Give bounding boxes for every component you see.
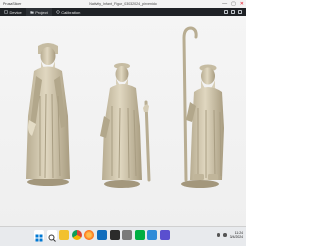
system-tray: 11:24 3/4/2024 xyxy=(216,231,243,239)
maximize-button[interactable]: ▢ xyxy=(231,1,236,7)
model-scene xyxy=(26,26,224,188)
calibration-icon xyxy=(56,10,60,14)
windows-start-icon[interactable] xyxy=(34,230,44,242)
clock-date: 3/4/2024 xyxy=(229,235,243,240)
tab-project-label: Project xyxy=(35,9,48,15)
document-title: Nativity_Infant_Figur_03032024_pirvenido xyxy=(89,2,157,6)
figure-shepherd-with-stick[interactable] xyxy=(100,63,151,188)
firefox-icon[interactable] xyxy=(84,230,95,240)
device-icon xyxy=(4,10,8,14)
figure-elder-with-book[interactable] xyxy=(26,43,70,186)
figure-base xyxy=(27,178,69,186)
save-icon[interactable] xyxy=(224,10,228,14)
clock[interactable]: 11:24 3/4/2024 xyxy=(230,231,243,239)
minimize-button[interactable]: — xyxy=(222,1,227,7)
toolbar-right-icons xyxy=(224,8,242,16)
photos-icon[interactable] xyxy=(147,230,158,240)
project-icon xyxy=(30,11,34,14)
tab-calibration[interactable]: Calibration xyxy=(52,8,85,16)
3d-viewport[interactable] xyxy=(0,16,246,226)
wifi-icon[interactable] xyxy=(216,233,221,237)
window-controls: — ▢ ✕ xyxy=(222,0,244,8)
slicer-icon[interactable] xyxy=(134,230,145,240)
close-button[interactable]: ✕ xyxy=(240,1,244,7)
figure-shepherd-with-crook[interactable] xyxy=(181,26,224,188)
figure-base xyxy=(104,180,140,188)
terminal-icon[interactable] xyxy=(109,230,120,240)
tab-calibration-label: Calibration xyxy=(61,9,81,15)
volume-icon[interactable] xyxy=(223,233,227,237)
redo-icon[interactable] xyxy=(238,10,242,14)
file-explorer-icon[interactable] xyxy=(59,230,70,240)
tab-project[interactable]: Project xyxy=(25,8,52,16)
taskbar-apps xyxy=(34,230,170,242)
store-icon[interactable] xyxy=(159,230,170,240)
undo-icon[interactable] xyxy=(231,10,235,14)
tab-device[interactable]: Device xyxy=(0,8,26,16)
window-titlebar: PrusaSlicer Nativity_Infant_Figur_030320… xyxy=(0,0,246,8)
app-toolbar: Device Project Calibration xyxy=(0,8,246,16)
chrome-icon[interactable] xyxy=(71,230,82,240)
mail-icon[interactable] xyxy=(96,230,107,240)
taskbar: 11:24 3/4/2024 xyxy=(0,226,246,246)
search-icon[interactable] xyxy=(46,230,57,242)
tab-device-label: Device xyxy=(9,9,22,15)
settings-icon[interactable] xyxy=(122,230,133,240)
